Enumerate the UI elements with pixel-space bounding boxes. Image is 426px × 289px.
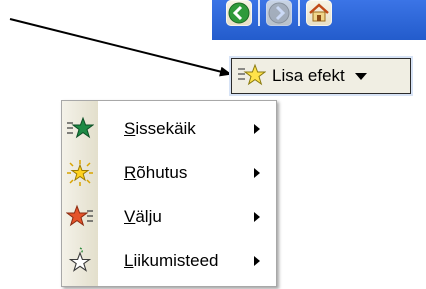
menu-item-exit[interactable]: Välju [62, 195, 276, 239]
home-button[interactable] [306, 0, 332, 26]
menu-item-label: Välju [124, 207, 162, 226]
toolbar-separator [298, 0, 300, 26]
forward-arrow-icon [268, 2, 290, 24]
add-effect-submenu: Sissekäik Rõhutus Välju Liikumisteed [61, 100, 277, 287]
home-icon [309, 3, 329, 22]
menu-item-emphasis[interactable]: Rõhutus [62, 151, 276, 195]
menu-item-label: Sissekäik [124, 119, 196, 138]
entrance-star-icon [62, 107, 98, 151]
menu-item-motion-paths[interactable]: Liikumisteed [62, 239, 276, 283]
motion-path-star-icon [62, 239, 98, 283]
submenu-arrow-icon [254, 212, 260, 222]
add-effect-button[interactable]: Lisa efekt [231, 58, 411, 94]
forward-button[interactable] [266, 0, 292, 26]
back-arrow-icon [228, 2, 250, 24]
submenu-arrow-icon [254, 168, 260, 178]
submenu-arrow-icon [254, 124, 260, 134]
submenu-arrow-icon [254, 256, 260, 266]
menu-item-label: Liikumisteed [124, 251, 219, 270]
toolbar-separator [258, 0, 260, 26]
star-add-effect-icon [234, 61, 268, 91]
screenshot-stage: Lisa efekt Sissekäik Rõhutus Välju Liiku… [0, 0, 426, 289]
navigation-toolbar [212, 0, 426, 40]
menu-item-entrance[interactable]: Sissekäik [62, 107, 276, 151]
back-button[interactable] [226, 0, 252, 26]
emphasis-star-icon [62, 151, 98, 195]
exit-star-icon [62, 195, 98, 239]
add-effect-label: Lisa efekt [272, 66, 345, 85]
chevron-down-icon [354, 72, 367, 80]
menu-item-label: Rõhutus [124, 163, 188, 182]
